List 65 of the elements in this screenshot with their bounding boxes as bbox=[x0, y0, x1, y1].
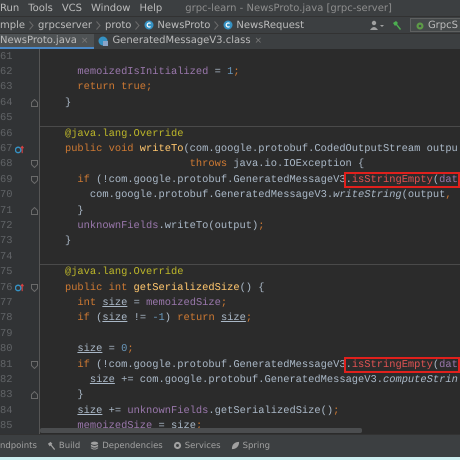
code-line: size += unknownFields.getSerializedSize(); bbox=[76, 404, 340, 417]
chevron-icon bbox=[29, 20, 34, 30]
class-file-icon bbox=[98, 36, 108, 46]
code-line: } bbox=[76, 204, 84, 217]
code-line: size = 0; bbox=[76, 343, 134, 356]
fold-icon[interactable] bbox=[31, 160, 38, 168]
fold-icon[interactable] bbox=[31, 176, 38, 184]
menu-item[interactable]: Window bbox=[91, 2, 130, 14]
editor-tab[interactable]: GeneratedMessageV3.class × bbox=[94, 34, 268, 49]
fold-icon[interactable] bbox=[31, 391, 38, 400]
tool-window-button[interactable]: Dependencies bbox=[90, 440, 163, 451]
fold-icon[interactable] bbox=[31, 284, 38, 292]
code-line: throws java.io.IOException { bbox=[188, 158, 364, 170]
code-line: unknownFields.writeTo(output); bbox=[76, 220, 265, 232]
code-line: if (!com.google.protobuf.GeneratedMessageV3.isStringEmpty(dat bbox=[76, 358, 458, 370]
code-line: public int getSerializedSize() { bbox=[64, 282, 265, 294]
user-icon[interactable] bbox=[370, 20, 384, 30]
breadcrumb-item[interactable]: proto bbox=[105, 20, 132, 30]
run-config-dropdown[interactable]: GrpcS bbox=[410, 18, 460, 32]
breadcrumb-item[interactable]: grpcserver bbox=[38, 20, 92, 30]
code-line: if (!com.google.protobuf.GeneratedMessageV3.isStringEmpty(dat bbox=[76, 174, 458, 186]
code-line: com.google.protobuf.GeneratedMessageV3.writeString(output, bbox=[88, 189, 452, 202]
editor-tab[interactable]: NewsProto.java × bbox=[0, 34, 94, 49]
override-icon[interactable] bbox=[15, 283, 24, 292]
breadcrumb-item[interactable]: NewsProto bbox=[144, 20, 210, 30]
leaf-icon bbox=[230, 441, 240, 450]
code-line: if (size != -1) return size; bbox=[76, 312, 252, 324]
code-line: } bbox=[64, 96, 72, 109]
stack-icon bbox=[90, 441, 100, 450]
scrollbar[interactable] bbox=[40, 428, 362, 433]
fold-icon[interactable] bbox=[31, 206, 38, 215]
menu-item[interactable]: VCS bbox=[62, 2, 82, 14]
menu-item[interactable]: Help bbox=[139, 2, 162, 14]
tool-window-button[interactable]: Build bbox=[46, 440, 80, 451]
gear-icon bbox=[414, 20, 425, 30]
fold-icon[interactable] bbox=[31, 360, 38, 368]
menu-item[interactable]: Tools bbox=[28, 2, 53, 14]
fold-icon[interactable] bbox=[31, 98, 38, 107]
tool-window-button[interactable]: Spring bbox=[230, 440, 270, 451]
breadcrumb-item[interactable]: mple bbox=[0, 20, 26, 30]
menu-item[interactable]: Run bbox=[0, 2, 20, 14]
override-icon[interactable] bbox=[15, 144, 24, 154]
hammer-icon[interactable] bbox=[392, 20, 402, 30]
code-line: memoizedIsInitialized = 1; bbox=[76, 66, 240, 78]
class-icon bbox=[144, 20, 154, 30]
code-line: } bbox=[64, 235, 72, 248]
breadcrumb-item[interactable]: NewsRequest bbox=[223, 20, 304, 30]
highlight-box: .isStringEmpty(dat bbox=[346, 358, 458, 370]
code-line: size += com.google.protobuf.GeneratedMessageV3.computeStrin bbox=[88, 374, 458, 386]
code-line: @java.lang.Override bbox=[64, 128, 184, 140]
hammer-icon bbox=[46, 441, 56, 450]
code-line: int size = memoizedSize; bbox=[76, 296, 228, 309]
gear-icon bbox=[172, 441, 182, 450]
highlight-box: .isStringEmpty(dat bbox=[346, 174, 458, 186]
tool-window-button[interactable]: ndpoints bbox=[0, 440, 37, 451]
tool-window-button[interactable]: Services bbox=[172, 440, 221, 451]
code-line: return true; bbox=[76, 81, 152, 94]
code-line: } bbox=[76, 389, 84, 402]
code-line: @java.lang.Override bbox=[64, 266, 184, 278]
code-line: public void writeTo(com.google.protobuf.CodedOutputStream outpu bbox=[64, 143, 458, 156]
chevron-icon bbox=[135, 20, 140, 30]
chevron-icon bbox=[214, 20, 220, 30]
window-title: grpc-learn - NewsProto.java [grpc-server] bbox=[185, 2, 392, 14]
class-icon bbox=[223, 20, 234, 30]
chevron-icon bbox=[96, 20, 101, 30]
